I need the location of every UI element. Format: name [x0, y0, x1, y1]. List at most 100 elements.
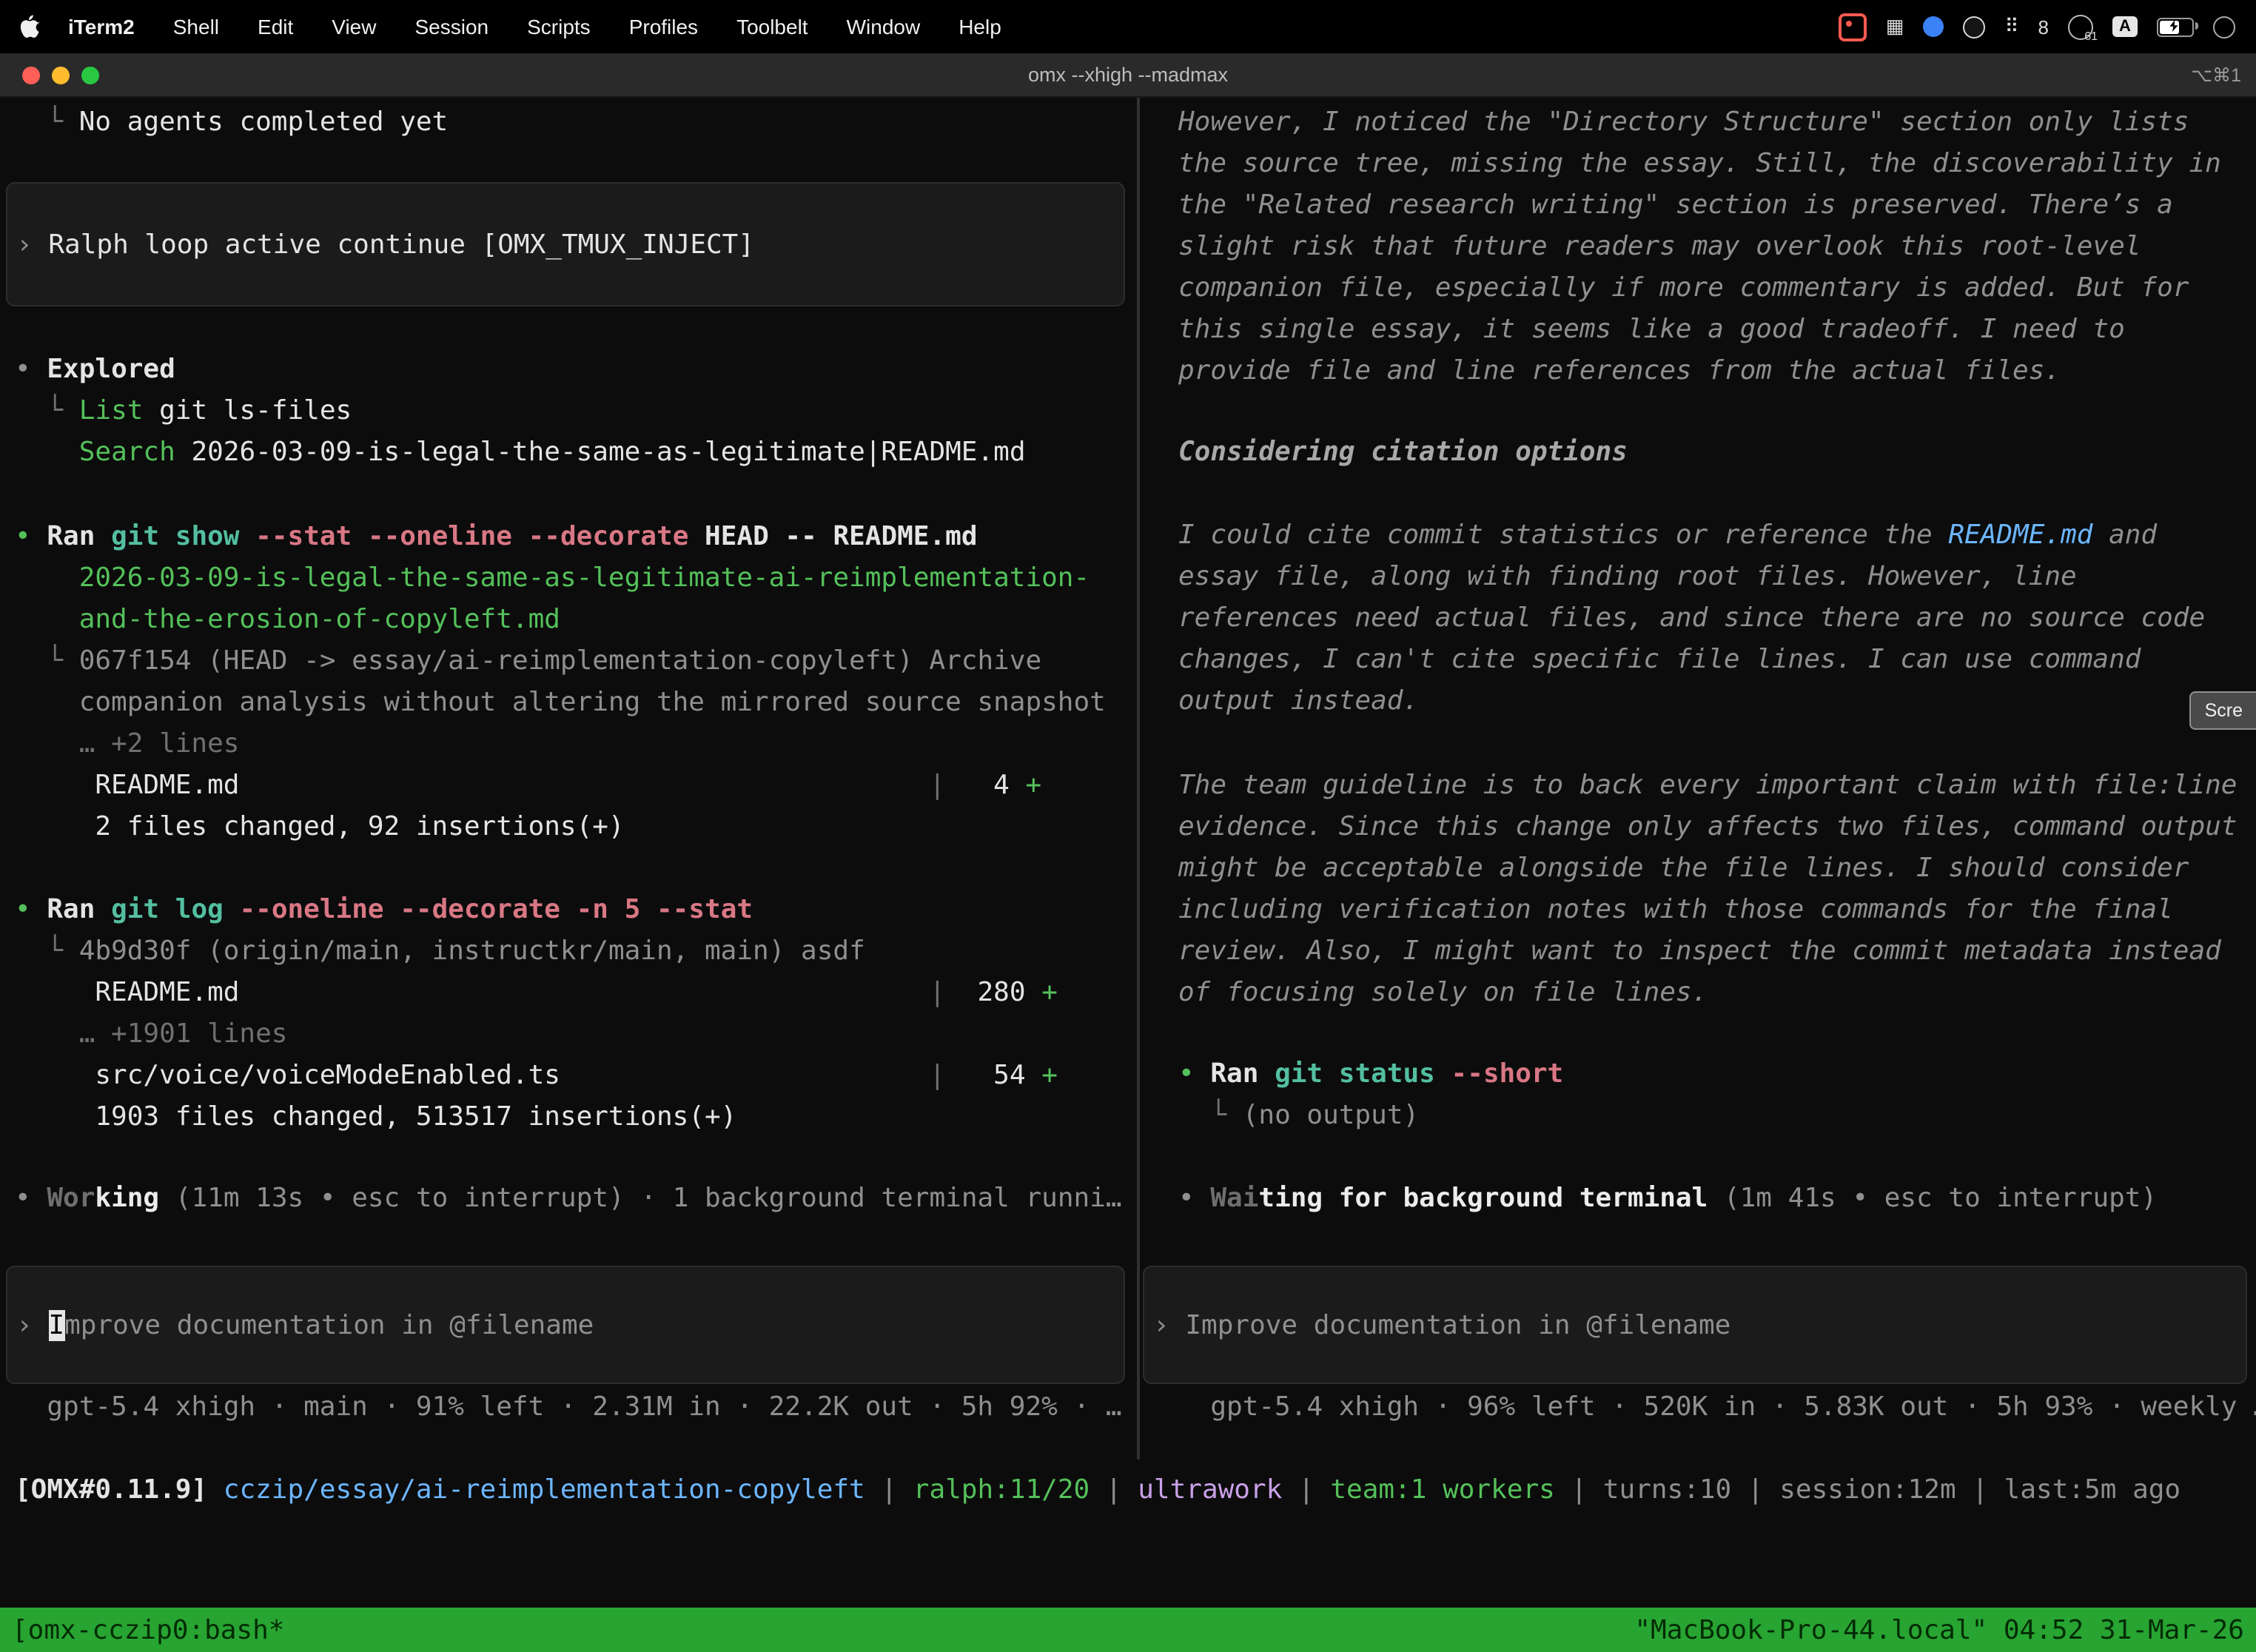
grid-window-icon[interactable]: ▦: [1886, 15, 1904, 38]
working-spinner-lit: king: [95, 1183, 159, 1214]
git-status-flags: --short: [1435, 1058, 1563, 1089]
thinking-paragraph-3: The team guideline is to back every impo…: [1178, 765, 2256, 1014]
model-status-text: gpt-5.4 xhigh · 96% left · 520K in · 5.8…: [1178, 1391, 2256, 1423]
tmux-host-clock: "MacBook-Pro-44.local" 04:52 31-Mar-26: [1634, 1614, 2244, 1645]
git-show-command: git show: [95, 521, 239, 552]
omx-version: [OMX#0.11.9]: [15, 1474, 207, 1505]
omx-ralph-counter: ralph:11/20: [913, 1474, 1090, 1505]
ran-git-status-block: • Ran git status --short └ (no output): [1178, 1054, 2256, 1137]
menu-item-scripts[interactable]: Scripts: [508, 15, 610, 38]
right-pane[interactable]: However, I noticed the "Directory Struct…: [1140, 98, 2256, 1470]
ralph-loop-text: Ralph loop active continue [OMX_TMUX_INJ…: [48, 229, 754, 261]
no-output-text: (no output): [1243, 1100, 1419, 1131]
badge-61-label: 61: [2084, 29, 2098, 42]
tree-glyph: └: [1178, 1100, 1243, 1131]
number-8-icon[interactable]: 8: [2038, 16, 2049, 38]
input-source-icon[interactable]: A: [2112, 16, 2138, 37]
bullet-icon: •: [15, 1183, 47, 1214]
bullet-icon: •: [1178, 1183, 1210, 1214]
blue-app-icon[interactable]: [1923, 16, 1944, 37]
tree-glyph: └: [15, 936, 79, 967]
dark-app-icon[interactable]: [1963, 16, 1985, 38]
omx-team-workers: team:1 workers: [1330, 1474, 1554, 1505]
git-log-flags: --oneline --decorate -n 5 --stat: [224, 894, 753, 925]
macos-menu-bar: iTerm2 Shell Edit View Session Scripts P…: [0, 0, 2256, 53]
menu-item-view[interactable]: View: [312, 15, 395, 38]
commit-message-line2: companion analysis without altering the …: [15, 687, 1106, 718]
prompt-glyph: ›: [16, 229, 48, 261]
prompt-input-left[interactable]: › Improve documentation in @filename: [6, 1266, 1125, 1384]
diffstat-count: 54: [945, 1060, 1041, 1091]
diffstat-file: README.md: [15, 977, 239, 1008]
diffstat-plus: +: [1041, 1060, 1058, 1091]
explored-title: Explored: [47, 354, 175, 385]
thinking-heading: Considering citation options: [1178, 432, 2256, 474]
log-commit-line: 4b9d30f (origin/main, instructkr/main, m…: [79, 936, 865, 967]
diffstat-file: README.md: [15, 770, 239, 801]
apple-menu-icon[interactable]: [21, 15, 40, 38]
window-title-bar: omx --xhigh --madmax ⌥⌘1: [0, 53, 2256, 98]
tree-glyph: └: [15, 395, 79, 426]
window-shortcut-badge: ⌥⌘1: [2191, 53, 2241, 98]
readme-link[interactable]: README.md: [1948, 520, 2092, 551]
tool-list-keyword: List: [79, 395, 144, 426]
waiting-spinner-lit: ting for background terminal: [1258, 1183, 1708, 1214]
ran-git-show-block: • Ran git show --stat --oneline --decora…: [15, 517, 1137, 848]
menu-item-toolbelt[interactable]: Toolbelt: [717, 15, 827, 38]
bullet-icon: •: [1178, 1058, 1210, 1089]
model-status-line-left: gpt-5.4 xhigh · main · 91% left · 2.31M …: [15, 1387, 1137, 1428]
tree-glyph: └: [15, 107, 79, 138]
tmux-status-bar: [omx-cczip0:bash* "MacBook-Pro-44.local"…: [0, 1608, 2256, 1652]
diffstat-count: 4: [945, 770, 1025, 801]
bullet-icon: •: [15, 354, 47, 385]
agents-status: └ No agents completed yet: [15, 102, 1137, 144]
thinking-paragraph-1: However, I noticed the "Directory Struct…: [1178, 102, 2256, 392]
essay-filename-line2: and-the-erosion-of-copyleft.md: [15, 604, 560, 635]
control-center-icon[interactable]: [2213, 16, 2235, 38]
tool-search-args: 2026-03-09-is-legal-the-same-as-legitima…: [175, 437, 1026, 468]
menu-item-session[interactable]: Session: [395, 15, 508, 38]
working-status-line: • Working (11m 13s • esc to interrupt) ·…: [15, 1178, 1137, 1220]
menu-item-iterm2[interactable]: iTerm2: [49, 15, 154, 38]
git-show-flags: --stat --oneline --decorate: [240, 521, 689, 552]
diffstat-plus: +: [1041, 977, 1058, 1008]
bullet-icon: •: [15, 894, 47, 925]
bullet-icon: •: [15, 521, 47, 552]
badge-61-icon[interactable]: 61: [2068, 14, 2093, 39]
menu-item-edit[interactable]: Edit: [238, 15, 312, 38]
diffstat-file: src/voice/voiceModeEnabled.ts: [15, 1060, 560, 1091]
agents-status-text: No agents completed yet: [79, 107, 449, 138]
commit-message-line1: 067f154 (HEAD -> essay/ai-reimplementati…: [79, 645, 1041, 676]
text-cursor: I: [48, 1310, 64, 1341]
terminal-area: └ No agents completed yet › Ralph loop a…: [0, 98, 2256, 1608]
ran-git-log-block: • Ran git log --oneline --decorate -n 5 …: [15, 890, 1137, 1138]
diffstat-summary: 2 files changed, 92 insertions(+): [15, 811, 625, 842]
screen-recording-icon[interactable]: [1839, 13, 1867, 41]
input-placeholder-text: mprove documentation in @filename: [64, 1310, 594, 1341]
prompt-glyph: ›: [1153, 1310, 1185, 1341]
more-lines-indicator: … +2 lines: [15, 728, 239, 759]
diffstat-summary: 1903 files changed, 513517 insertions(+): [15, 1101, 736, 1132]
git-log-command: git log: [95, 894, 223, 925]
menu-item-profiles[interactable]: Profiles: [610, 15, 717, 38]
menu-item-window[interactable]: Window: [827, 15, 940, 38]
input-placeholder-text: Improve documentation in @filename: [1185, 1310, 1730, 1341]
diffstat-count: 280: [945, 977, 1041, 1008]
screen: iTerm2 Shell Edit View Session Scripts P…: [0, 0, 2256, 1652]
explored-block: • Explored └ List git ls-files Search 20…: [15, 349, 1137, 474]
waiting-spinner-dim: Wai: [1210, 1183, 1258, 1214]
menu-item-shell[interactable]: Shell: [154, 15, 238, 38]
battery-icon[interactable]: [2157, 17, 2194, 36]
git-show-args: HEAD -- README.md: [688, 521, 977, 552]
diffstat-plus: +: [1026, 770, 1042, 801]
tmux-session-window[interactable]: [omx-cczip0:bash*: [12, 1614, 284, 1645]
prompt-input-right[interactable]: › Improve documentation in @filename: [1143, 1266, 2247, 1384]
left-pane[interactable]: └ No agents completed yet › Ralph loop a…: [0, 98, 1137, 1470]
model-status-line-right: gpt-5.4 xhigh · 96% left · 520K in · 5.8…: [1178, 1387, 2256, 1428]
prompt-glyph: ›: [16, 1310, 48, 1341]
working-spinner-dim: Wor: [47, 1183, 95, 1214]
omx-mode-badge: ultrawork: [1138, 1474, 1282, 1505]
dots-grid-icon[interactable]: ⠿: [2004, 15, 2018, 38]
tool-list-args: git ls-files: [143, 395, 352, 426]
menu-item-help[interactable]: Help: [939, 15, 1021, 38]
